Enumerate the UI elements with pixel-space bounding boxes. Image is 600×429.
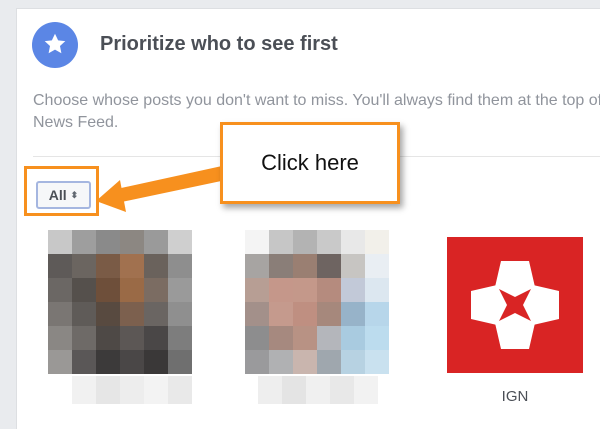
callout-box: Click here [220, 122, 400, 204]
profile-name-1 [72, 376, 192, 404]
profile-name-2 [258, 376, 378, 404]
ign-logo-icon [471, 261, 559, 349]
profile-photo-1[interactable] [48, 230, 192, 374]
profile-photo-2[interactable] [245, 230, 389, 374]
ign-profile-name[interactable]: IGN [447, 388, 583, 405]
ign-profile-photo[interactable] [447, 237, 583, 373]
